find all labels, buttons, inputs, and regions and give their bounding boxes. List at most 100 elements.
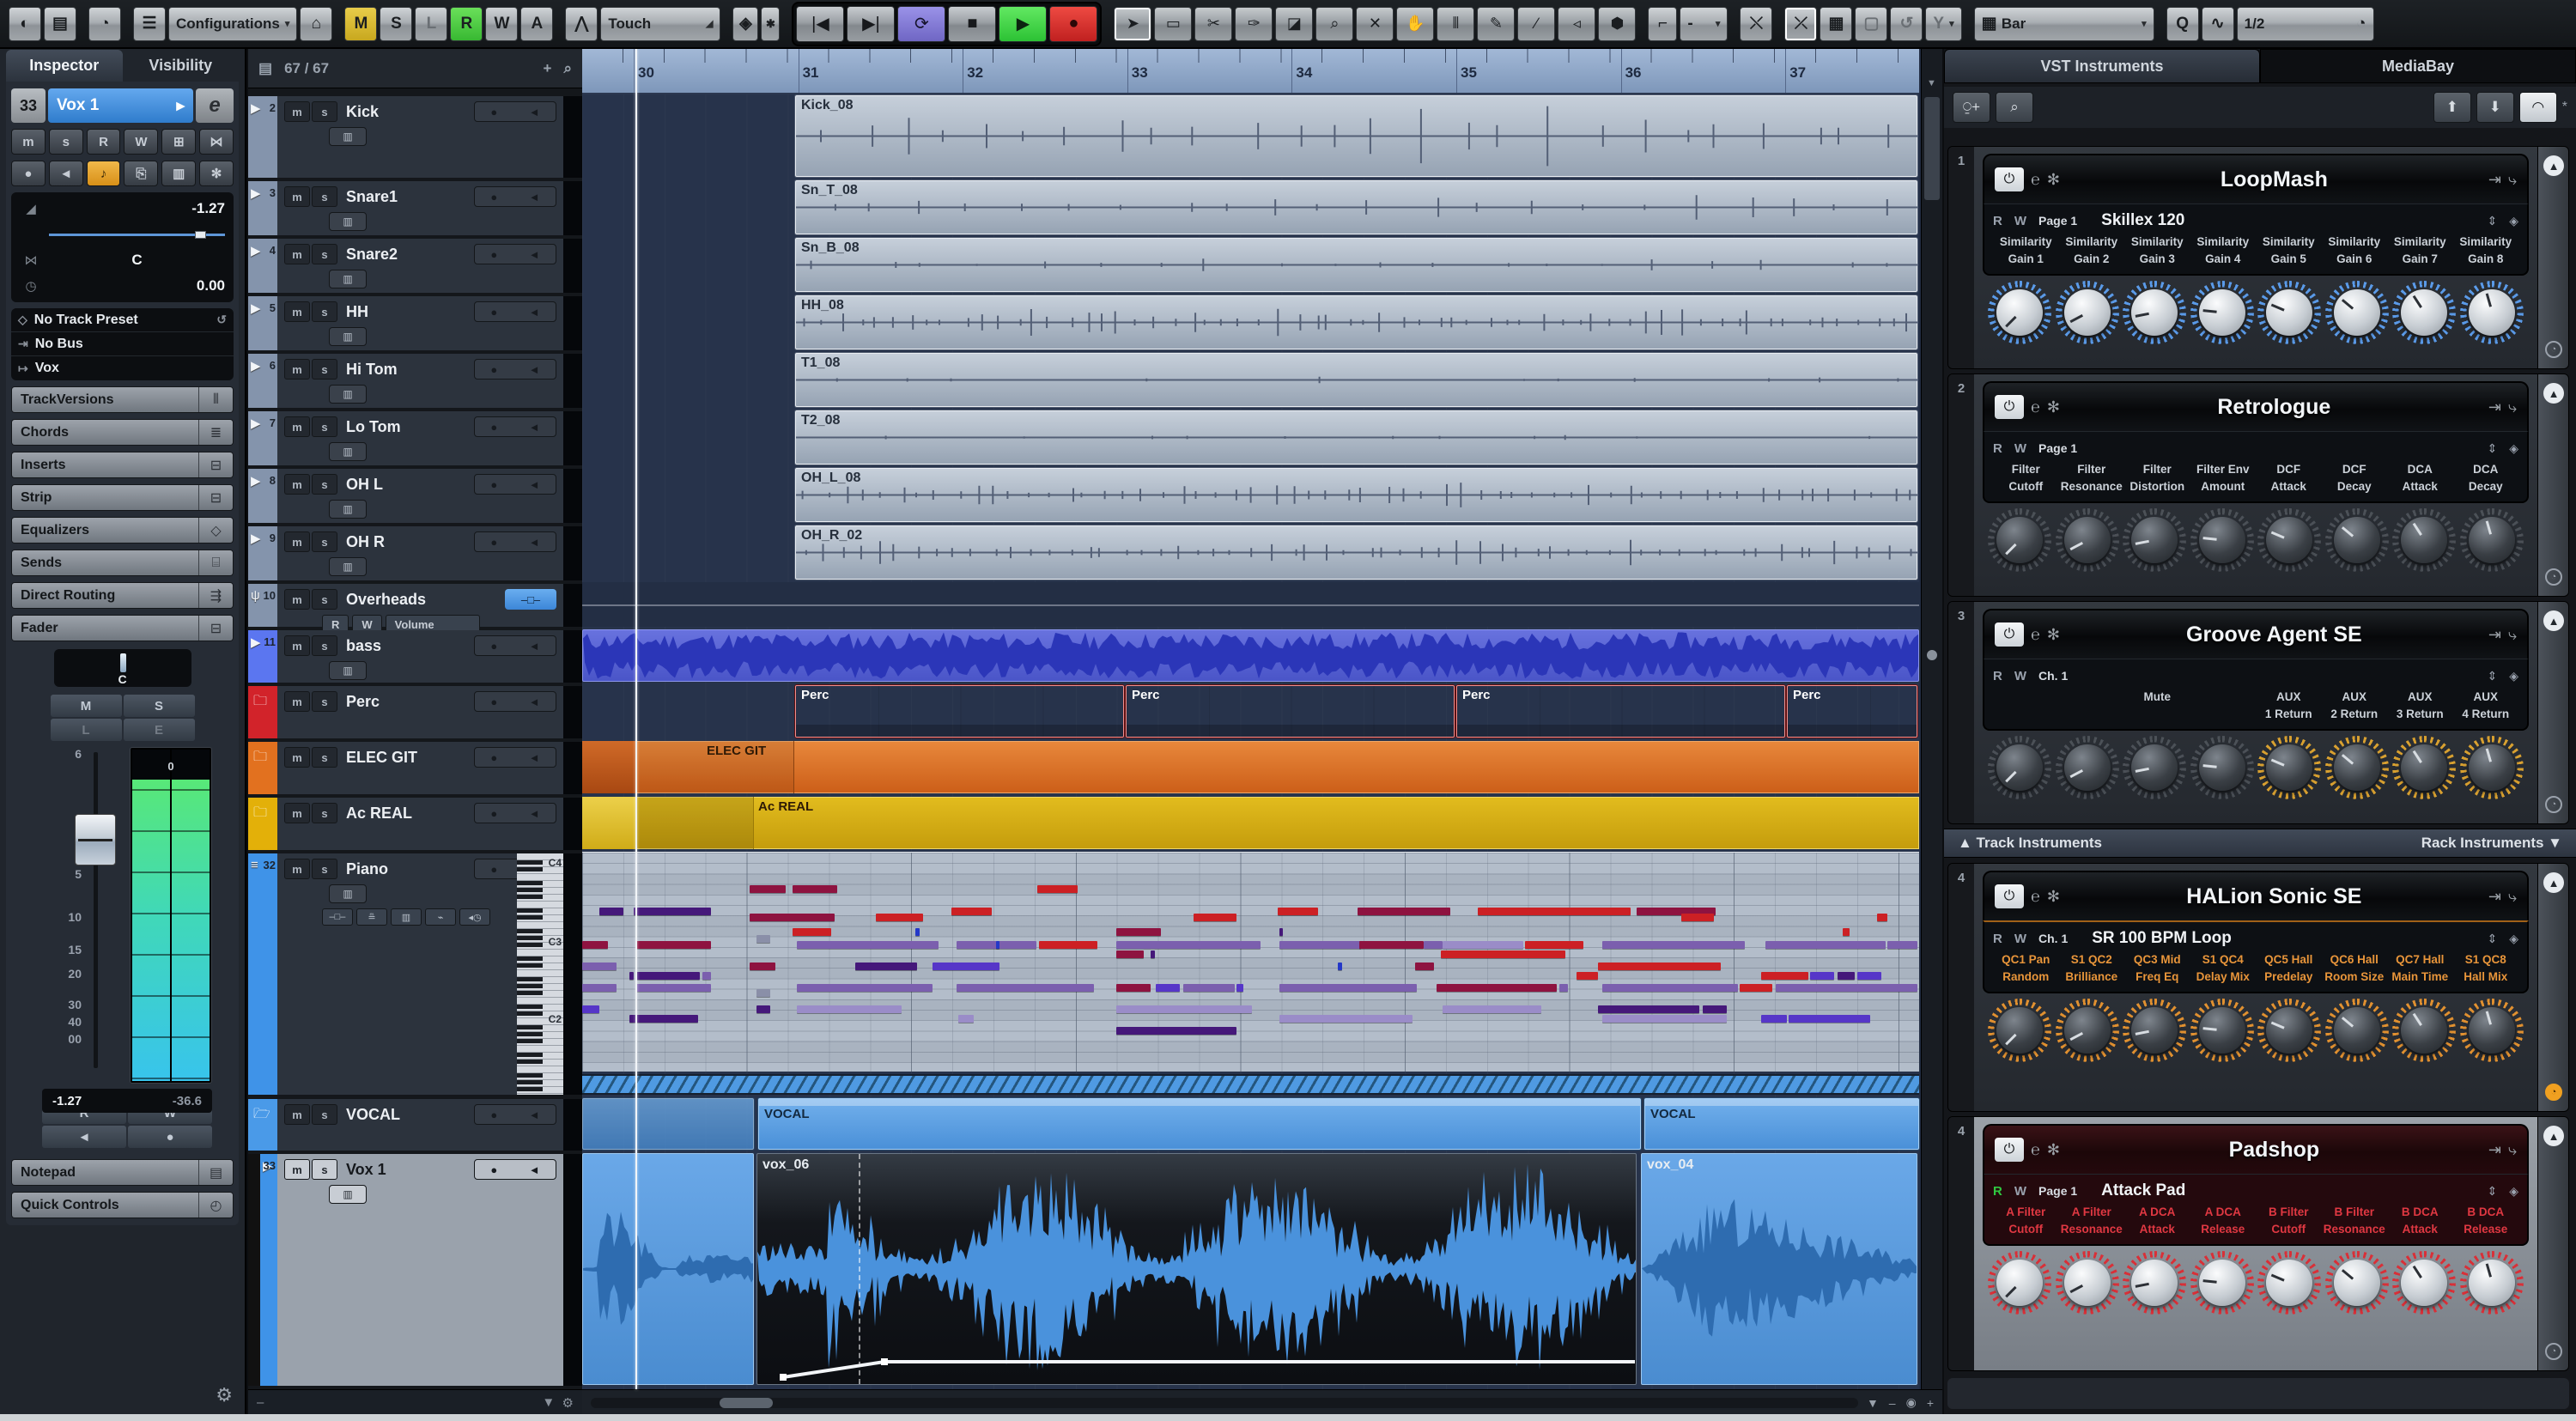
record-enable-icon[interactable]: ● bbox=[490, 536, 497, 549]
edit-instrument-icon[interactable]: ℮ bbox=[2031, 626, 2040, 644]
quick-control-knob-7[interactable] bbox=[2392, 508, 2457, 573]
solo-button[interactable]: s bbox=[48, 129, 83, 155]
monitor-icon[interactable]: ◄ bbox=[529, 807, 540, 820]
write-button[interactable]: W bbox=[124, 129, 159, 155]
mute-all-button[interactable]: M bbox=[344, 6, 378, 41]
collapse-slot-icon[interactable]: ▲ bbox=[2543, 610, 2564, 631]
preset-step-icon[interactable]: ⇕ bbox=[2487, 1184, 2497, 1199]
inspector-section-trackversions[interactable]: TrackVersions ⫴ bbox=[11, 386, 234, 413]
read-all-button[interactable]: R bbox=[450, 6, 483, 41]
track-solo-button[interactable]: s bbox=[312, 1159, 337, 1180]
edit-instrument-icon[interactable]: ℮ bbox=[2031, 398, 2040, 416]
collapse-slot-icon[interactable]: ▲ bbox=[2543, 872, 2564, 893]
record-enable-icon[interactable]: ● bbox=[490, 751, 497, 764]
quantize-icon[interactable]: Q bbox=[2166, 6, 2199, 41]
track-mute-button[interactable]: m bbox=[284, 859, 310, 879]
power-icon[interactable]: ⏻ bbox=[1995, 395, 2024, 419]
track-mute-button[interactable]: m bbox=[284, 359, 310, 380]
preset-browse-icon[interactable]: ◈ bbox=[2509, 932, 2518, 946]
steinberg-hub-icon[interactable]: ◔ bbox=[88, 6, 121, 41]
preset-browse-icon[interactable]: ◈ bbox=[2509, 441, 2518, 456]
activate-project-icon[interactable]: ◐ bbox=[9, 6, 41, 41]
freeze-icon[interactable]: ⋈ bbox=[199, 129, 234, 155]
automation-panel-icon[interactable]: ⋀ bbox=[565, 6, 598, 41]
track-solo-button[interactable]: s bbox=[312, 474, 337, 495]
rack-instruments-label[interactable]: Rack Instruments ▼ bbox=[2421, 835, 2562, 852]
hscroll-thumb[interactable] bbox=[720, 1397, 773, 1408]
vocal-folder-event[interactable]: VOCAL bbox=[1644, 1098, 1919, 1150]
audio-event[interactable]: HH_08 bbox=[795, 295, 1918, 349]
lane-display-icon[interactable]: ▥ bbox=[161, 161, 197, 186]
track-solo-button[interactable]: s bbox=[312, 691, 337, 712]
read-button[interactable]: R bbox=[86, 129, 121, 155]
erase-tool-icon[interactable]: ◪ bbox=[1275, 6, 1314, 41]
snap-type-cursor-icon[interactable]: ↺ bbox=[1890, 6, 1923, 41]
track-row-bass[interactable]: ▶ 11 m s bass ● ◄ ▥ bbox=[248, 630, 582, 684]
move-up-icon[interactable]: ⬆ bbox=[2433, 92, 2471, 123]
track-row-elec-git[interactable]: 🗀 m s ELEC GIT ● ◄ bbox=[248, 742, 582, 796]
volume-value[interactable]: -1.27 bbox=[49, 200, 225, 217]
perc-event[interactable]: Perc bbox=[1787, 685, 1917, 738]
preset-step-icon[interactable]: ⇕ bbox=[2487, 441, 2497, 456]
fader-monitor-icon[interactable]: ◄ bbox=[42, 1126, 126, 1148]
mini-button[interactable]: ▥ bbox=[391, 908, 422, 926]
record-enable-icon[interactable]: ● bbox=[490, 421, 497, 434]
inspector-section-chords[interactable]: Chords ≣ bbox=[11, 419, 234, 446]
solo-all-button[interactable]: S bbox=[380, 6, 413, 41]
track-solo-button[interactable]: s bbox=[312, 635, 337, 656]
quick-control-knob-8[interactable] bbox=[2459, 508, 2524, 573]
channel-strip-icon[interactable]: ▥ bbox=[329, 884, 367, 903]
tab-inspector[interactable]: Inspector bbox=[6, 50, 123, 82]
monitor-icon[interactable]: ◄ bbox=[529, 306, 540, 319]
channel-strip-icon[interactable]: ▥ bbox=[329, 212, 367, 231]
audio-event[interactable]: Kick_08 bbox=[795, 95, 1918, 177]
mini-button[interactable]: ≞ bbox=[356, 908, 387, 926]
mute-tool-icon[interactable]: ✕ bbox=[1356, 6, 1394, 41]
pan-value[interactable]: C bbox=[49, 252, 225, 269]
horizontal-scrollbar[interactable]: ▼ – ◉ + bbox=[582, 1389, 1942, 1415]
quick-control-knob-7[interactable] bbox=[2392, 736, 2457, 800]
record-enable-icon[interactable]: ● bbox=[490, 695, 497, 708]
window-zones-icon[interactable]: ⌂ bbox=[300, 6, 333, 41]
track-solo-button[interactable]: s bbox=[312, 416, 337, 437]
freeze-icon[interactable]: ✻ bbox=[2047, 888, 2060, 906]
track-row-hh[interactable]: ▶ 5 m s HH ● ◄ ▥ bbox=[248, 296, 582, 352]
quick-control-knob-6[interactable] bbox=[2324, 999, 2389, 1063]
fader-record-icon[interactable]: ● bbox=[128, 1126, 212, 1148]
glue-tool-icon[interactable]: ✑ bbox=[1235, 6, 1273, 41]
input-option-icon[interactable]: ⇥ bbox=[2488, 1141, 2501, 1159]
quick-control-knob-7[interactable] bbox=[2392, 1251, 2457, 1315]
quick-control-knob-3[interactable] bbox=[2123, 508, 2187, 573]
freeze-icon[interactable]: ✻ bbox=[2047, 626, 2060, 644]
project-cursor[interactable] bbox=[635, 49, 637, 1389]
stop-button[interactable]: ■ bbox=[948, 5, 997, 42]
monitor-icon[interactable]: ◄ bbox=[529, 478, 540, 491]
record-enable-icon[interactable]: ● bbox=[490, 363, 497, 376]
monitor-icon[interactable]: ◄ bbox=[529, 421, 540, 434]
zoom-out-icon[interactable]: – bbox=[1889, 1396, 1896, 1410]
find-instruments-icon[interactable]: ⌕ bbox=[1996, 92, 2033, 123]
inspector-section-quick-controls[interactable]: Quick Controls ◴ bbox=[11, 1192, 234, 1218]
ac-real-event[interactable]: Ac REAL bbox=[582, 797, 1919, 849]
track-solo-button[interactable]: s bbox=[312, 747, 337, 768]
perc-event[interactable]: Perc bbox=[1456, 685, 1785, 738]
listen-button[interactable]: L bbox=[415, 6, 448, 41]
configurations-dropdown[interactable]: Configurations ▾ bbox=[168, 6, 298, 41]
vox-audio-event[interactable] bbox=[582, 1153, 754, 1385]
channel-strip-icon[interactable]: ▥ bbox=[329, 442, 367, 461]
write-automation-button[interactable]: W bbox=[2014, 1184, 2026, 1199]
audio-event[interactable]: T2_08 bbox=[795, 410, 1918, 465]
autoscroll-icon[interactable]: ◈ bbox=[732, 6, 759, 41]
track-row-vocal[interactable]: 🗁 m s VOCAL ● ◄ bbox=[248, 1099, 582, 1152]
snap-type-magnet-icon[interactable]: Υ ▾ bbox=[1925, 6, 1962, 41]
quick-control-knob-8[interactable] bbox=[2459, 736, 2524, 800]
track-solo-button[interactable]: s bbox=[312, 186, 337, 207]
audition-tool-icon[interactable]: ◃ bbox=[1558, 6, 1596, 41]
go-to-end-button[interactable]: ▶| bbox=[847, 5, 896, 42]
record-enable-icon[interactable]: ● bbox=[490, 1108, 497, 1121]
inspector-section-direct-routing[interactable]: Direct Routing ⇶ bbox=[11, 582, 234, 609]
track-solo-button[interactable]: s bbox=[312, 531, 337, 552]
input-option-icon[interactable]: ⇥ bbox=[2488, 171, 2501, 189]
quick-control-knob-5[interactable] bbox=[2257, 281, 2322, 345]
output-option-icon[interactable]: ⤷ bbox=[2508, 1141, 2517, 1159]
